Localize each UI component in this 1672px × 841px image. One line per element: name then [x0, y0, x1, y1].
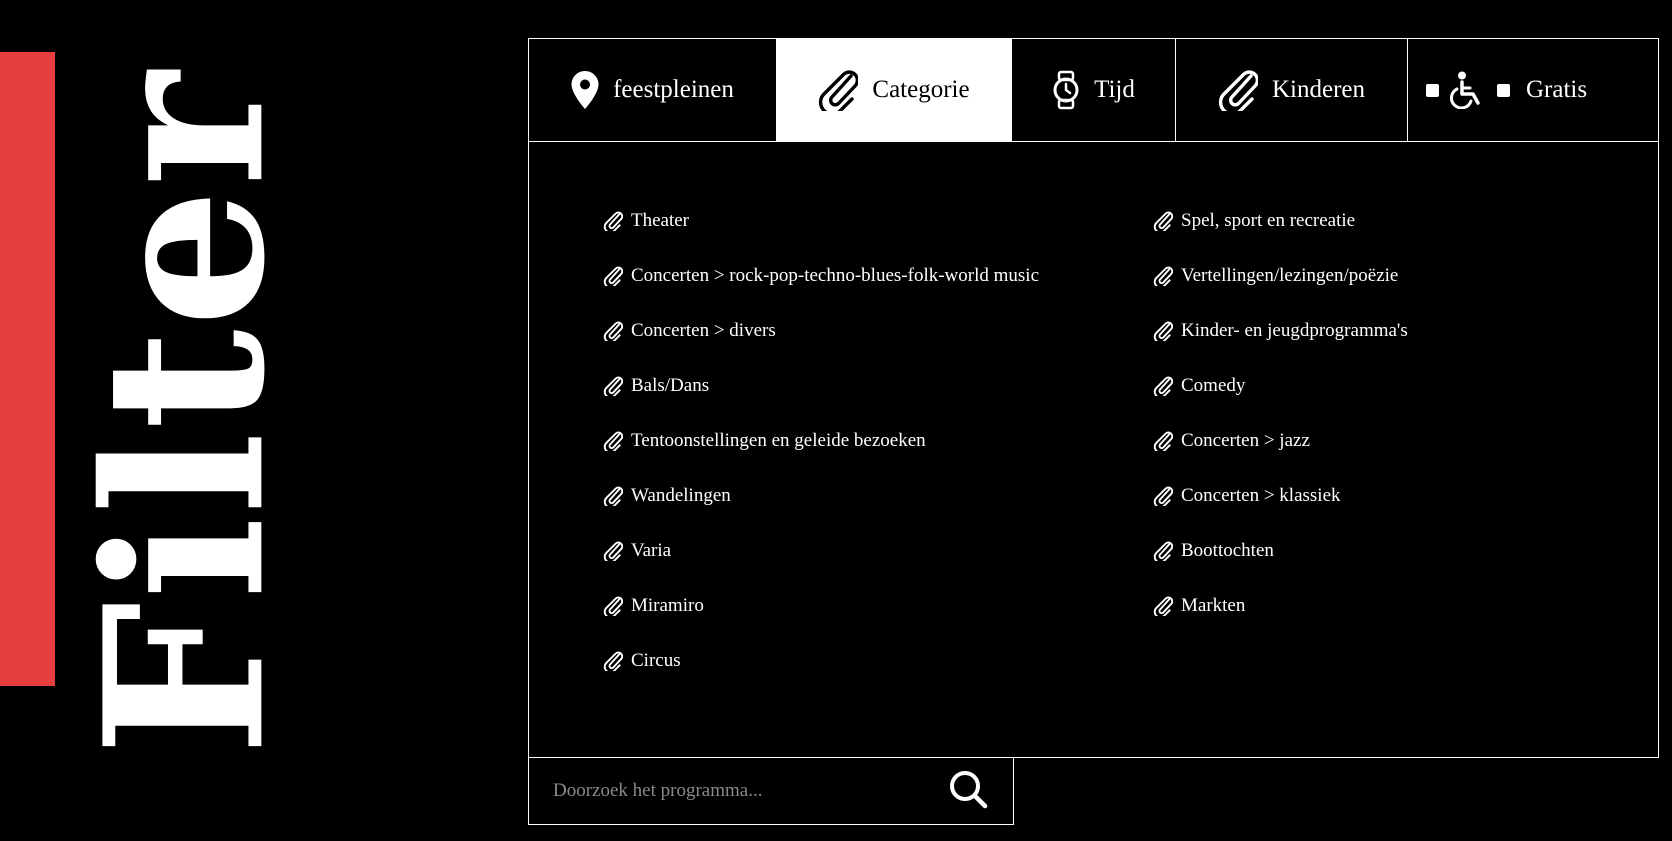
category-label: Vertellingen/lezingen/poëzie [1181, 264, 1399, 286]
category-label: Concerten > rock-pop-techno-blues-folk-w… [631, 264, 1040, 286]
paperclip-icon [1153, 486, 1175, 506]
paperclip-icon [1153, 266, 1175, 286]
category-label: Kinder- en jeugdprogramma's [1181, 319, 1408, 341]
category-item[interactable]: Bals/Dans [603, 358, 1039, 413]
category-label: Theater [631, 209, 690, 231]
paperclip-icon [1153, 431, 1175, 451]
accent-bar [0, 52, 55, 686]
paperclip-icon [1153, 211, 1175, 231]
tab-tijd-label: Tijd [1094, 76, 1135, 103]
category-label: Tentoonstellingen en geleide bezoeken [631, 429, 926, 451]
paperclip-icon [603, 651, 625, 671]
category-item[interactable]: Markten [1153, 578, 1408, 633]
paperclip-icon [1218, 69, 1258, 111]
category-item[interactable]: Theater [603, 193, 1039, 248]
paperclip-icon [603, 596, 625, 616]
category-item[interactable]: Concerten > rock-pop-techno-blues-folk-w… [603, 248, 1039, 303]
paperclip-icon [1153, 541, 1175, 561]
paperclip-icon [603, 211, 625, 231]
tab-categorie[interactable]: Categorie [777, 39, 1012, 141]
category-list-left: Theater Concerten > rock-pop-techno-blue… [603, 193, 1039, 688]
page-title: Filter [57, 69, 313, 756]
category-label: Circus [631, 649, 681, 671]
wheelchair-icon [1449, 71, 1485, 109]
search-divider [529, 757, 924, 758]
search-icon [947, 768, 989, 813]
category-item[interactable]: Kinder- en jeugdprogramma's [1153, 303, 1408, 358]
category-item[interactable]: Varia [603, 523, 1039, 578]
category-item[interactable]: Wandelingen [603, 468, 1039, 523]
tab-kinderen[interactable]: Kinderen [1176, 39, 1408, 141]
category-label: Concerten > jazz [1181, 429, 1310, 451]
search-button[interactable] [923, 757, 1013, 824]
category-label: Wandelingen [631, 484, 731, 506]
category-item[interactable]: Concerten > jazz [1153, 413, 1408, 468]
category-list-right: Spel, sport en recreatie Vertellingen/le… [1153, 193, 1408, 633]
category-label: Bals/Dans [631, 374, 710, 396]
category-label: Comedy [1181, 374, 1246, 396]
location-pin-icon [571, 71, 599, 109]
tab-categorie-label: Categorie [872, 76, 970, 103]
category-item[interactable]: Comedy [1153, 358, 1408, 413]
paperclip-icon [603, 376, 625, 396]
filter-panel: feestpleinen Categorie Tijd Kinderen Gra… [528, 38, 1659, 758]
paperclip-icon [603, 321, 625, 341]
accessible-checkbox[interactable] [1426, 83, 1439, 97]
free-checkbox[interactable] [1497, 83, 1510, 97]
paperclip-icon [818, 69, 859, 111]
page-title-container: Filter [57, 69, 313, 756]
category-item[interactable]: Miramiro [603, 578, 1039, 633]
category-item[interactable]: Concerten > klassiek [1153, 468, 1408, 523]
filter-tabs: feestpleinen Categorie Tijd Kinderen Gra… [529, 39, 1658, 142]
category-label: Concerten > klassiek [1181, 484, 1341, 506]
category-label: Boottochten [1181, 539, 1274, 561]
tab-extras: Gratis [1408, 39, 1658, 141]
free-label: Gratis [1526, 76, 1588, 103]
category-item[interactable]: Tentoonstellingen en geleide bezoeken [603, 413, 1039, 468]
paperclip-icon [1153, 321, 1175, 341]
category-label: Spel, sport en recreatie [1181, 209, 1356, 231]
paperclip-icon [603, 541, 625, 561]
tab-feestpleinen[interactable]: feestpleinen [529, 39, 777, 141]
paperclip-icon [603, 431, 625, 451]
category-item[interactable]: Circus [603, 633, 1039, 688]
category-item[interactable]: Spel, sport en recreatie [1153, 193, 1408, 248]
category-label: Concerten > divers [631, 319, 776, 341]
paperclip-icon [603, 486, 625, 506]
category-label: Miramiro [631, 594, 704, 616]
search-input[interactable] [529, 757, 923, 824]
tab-feestpleinen-label: feestpleinen [613, 76, 734, 103]
category-label: Markten [1181, 594, 1246, 616]
page: Filter feestpleinen Categorie Tijd Kinde… [0, 0, 1672, 841]
paperclip-icon [1153, 376, 1175, 396]
tab-tijd[interactable]: Tijd [1012, 39, 1176, 141]
category-item[interactable]: Vertellingen/lezingen/poëzie [1153, 248, 1408, 303]
paperclip-icon [1153, 596, 1175, 616]
watch-icon [1052, 70, 1080, 110]
category-label: Varia [631, 539, 672, 561]
category-item[interactable]: Boottochten [1153, 523, 1408, 578]
paperclip-icon [603, 266, 625, 286]
category-item[interactable]: Concerten > divers [603, 303, 1039, 358]
search-bar [528, 757, 1014, 825]
tab-kinderen-label: Kinderen [1271, 76, 1366, 103]
